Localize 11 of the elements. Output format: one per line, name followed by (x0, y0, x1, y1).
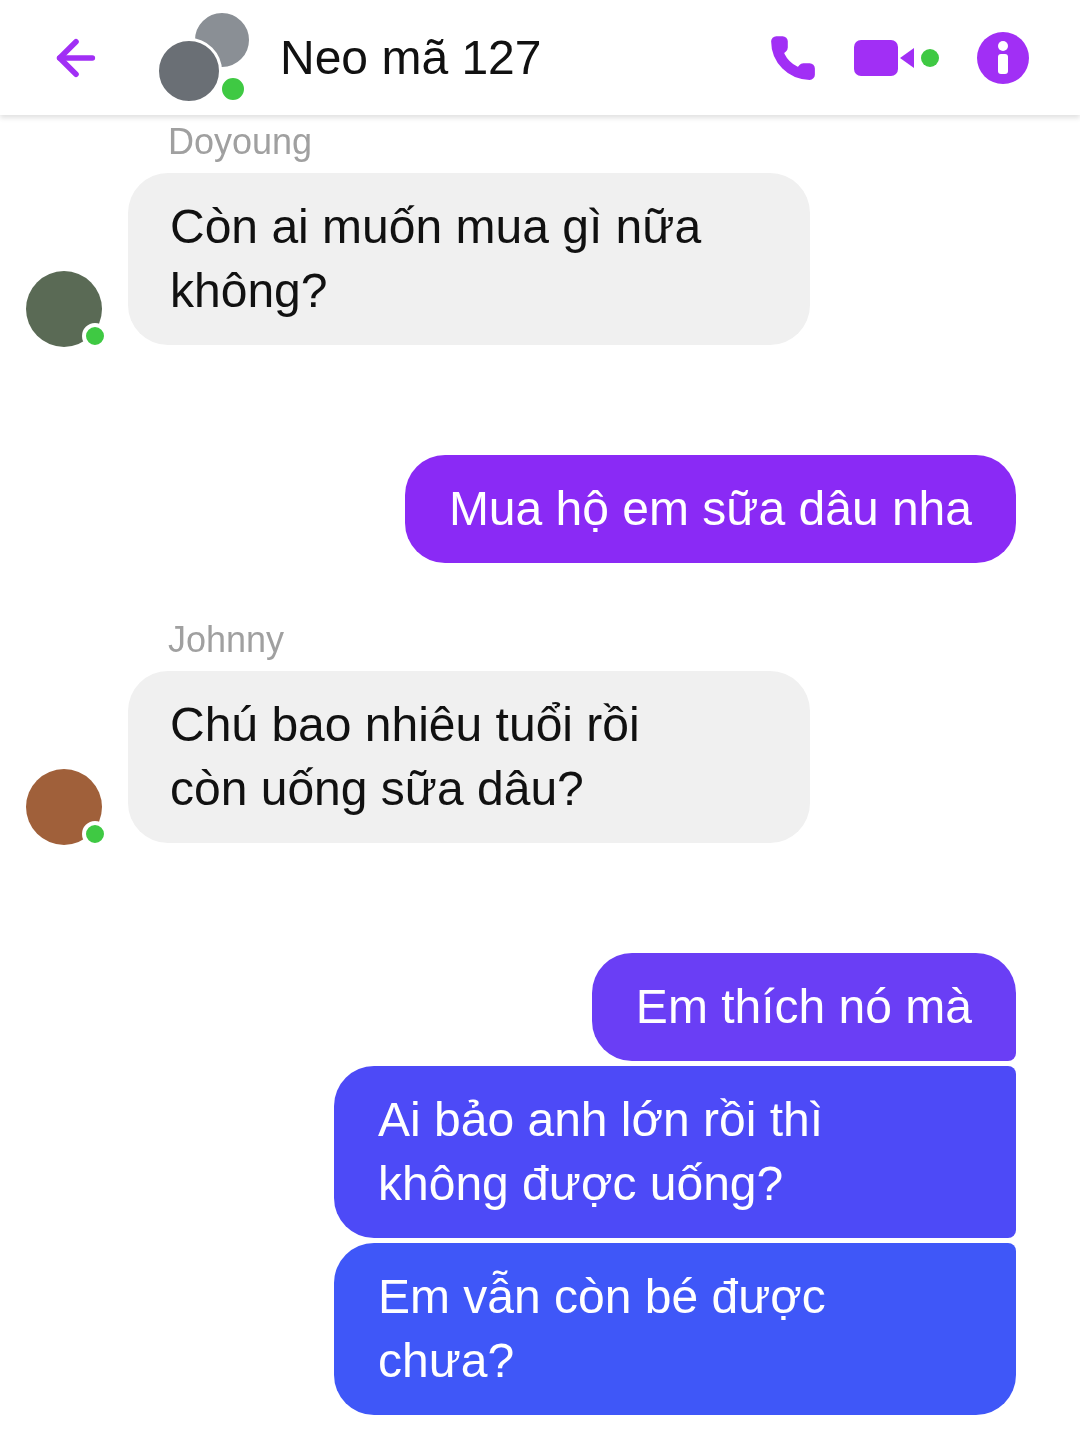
message-bubble: Mua hộ em sữa dâu nha (404, 455, 1016, 563)
info-icon[interactable] (976, 30, 1030, 85)
message-bubble: Ai bảo anh lớn rồi thì không được uống? (334, 1066, 1016, 1238)
sender-name: Johnny (168, 619, 286, 661)
message-bubble: Em vẫn còn bé được chưa? (334, 1243, 1016, 1415)
video-call-button[interactable] (852, 37, 942, 78)
message-bubble: Còn ai muốn mua gì nữa không? (128, 173, 810, 345)
message-bubble: Chú bao nhiêu tuổi rồi còn uống sữa dâu? (128, 671, 810, 843)
sender-name: Doyoung (168, 121, 314, 163)
chat-title: Neo mã 127 (280, 30, 543, 85)
message-bubble: Em thích nó mà (591, 953, 1016, 1061)
